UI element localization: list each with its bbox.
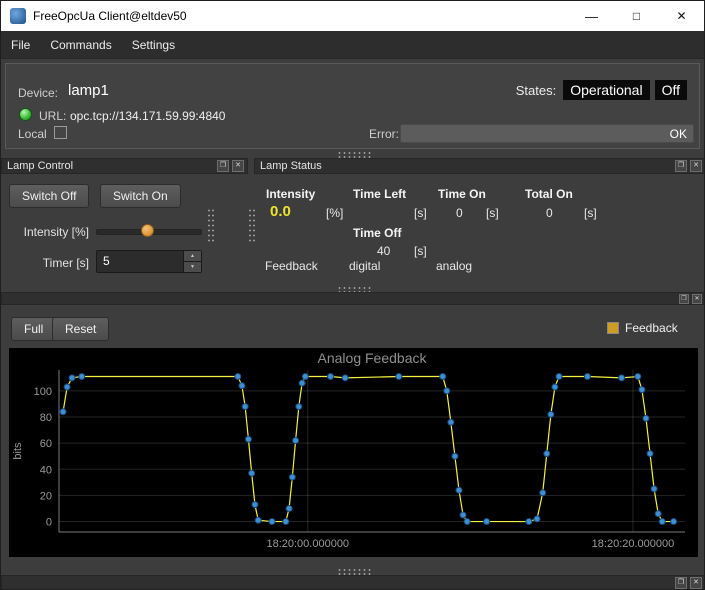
svg-text:0: 0 bbox=[46, 517, 52, 529]
lamp-status-title: Lamp Status bbox=[255, 160, 675, 172]
states-label: States: bbox=[516, 83, 556, 98]
timer-label: Timer [s] bbox=[3, 256, 89, 270]
svg-text:18:20:00.000000: 18:20:00.000000 bbox=[266, 538, 349, 550]
intensity-unit: [%] bbox=[326, 206, 343, 220]
reset-button[interactable]: Reset bbox=[52, 317, 109, 341]
lamp-status-panel: Intensity Time Left Time On Total On 0.0… bbox=[254, 174, 705, 286]
local-checkbox[interactable] bbox=[54, 126, 67, 139]
chart-dock-titlebar[interactable]: ❐ ✕ bbox=[1, 292, 705, 305]
error-label: Error: bbox=[369, 127, 399, 141]
app-icon bbox=[10, 8, 26, 24]
chart-legend: Feedback bbox=[607, 321, 678, 335]
intensity-slider[interactable] bbox=[96, 223, 202, 239]
intensity-label: Intensity [%] bbox=[3, 225, 89, 239]
state-badge-operational: Operational bbox=[563, 80, 649, 100]
time-on-unit: [s] bbox=[486, 206, 499, 220]
total-on-value: 0 bbox=[546, 206, 553, 220]
maximize-button[interactable]: □ bbox=[614, 1, 659, 31]
svg-text:18:20:20.000000: 18:20:20.000000 bbox=[592, 538, 675, 550]
splitter-handle-inner[interactable] bbox=[207, 208, 214, 244]
svg-text:100: 100 bbox=[34, 386, 52, 398]
device-panel: Device: lamp1 States: Operational Off UR… bbox=[5, 63, 700, 149]
svg-text:Analog Feedback: Analog Feedback bbox=[318, 350, 428, 366]
device-name: lamp1 bbox=[68, 82, 109, 99]
lamp-control-titlebar[interactable]: Lamp Control ❐ ✕ bbox=[1, 158, 248, 174]
svg-text:20: 20 bbox=[40, 490, 52, 502]
close-button[interactable]: ✕ bbox=[659, 1, 704, 31]
legend-label: Feedback bbox=[625, 321, 678, 335]
col-intensity: Intensity bbox=[266, 187, 315, 201]
device-label: Device: bbox=[18, 86, 58, 100]
time-off-unit: [s] bbox=[414, 244, 427, 258]
col-time-on: Time On bbox=[438, 187, 486, 201]
feedback-analog: analog bbox=[436, 259, 472, 273]
switch-off-button[interactable]: Switch Off bbox=[9, 184, 89, 208]
connection-led-icon bbox=[19, 108, 32, 121]
error-field: OK bbox=[400, 124, 694, 143]
close-icon[interactable]: ✕ bbox=[232, 160, 244, 172]
float-icon[interactable]: ❐ bbox=[217, 160, 229, 172]
svg-text:60: 60 bbox=[40, 438, 52, 450]
local-label: Local bbox=[18, 127, 47, 141]
close-icon[interactable]: ✕ bbox=[690, 577, 702, 589]
timer-value[interactable]: 5 bbox=[97, 251, 183, 272]
svg-text:bits: bits bbox=[12, 442, 24, 460]
legend-swatch bbox=[607, 322, 619, 334]
float-icon[interactable]: ❐ bbox=[679, 294, 689, 304]
window-title: FreeOpcUa Client@eltdev50 bbox=[33, 9, 569, 23]
bottom-dock-titlebar[interactable]: ❐ ✕ bbox=[1, 575, 705, 590]
menu-settings[interactable]: Settings bbox=[122, 33, 185, 57]
spin-up-icon[interactable]: ▲ bbox=[184, 251, 201, 262]
menu-commands[interactable]: Commands bbox=[40, 33, 121, 57]
switch-on-button[interactable]: Switch On bbox=[100, 184, 181, 208]
chart-svg[interactable]: 0 20 40 60 80 100 18:20:00.000000 18:20:20.0000… bbox=[9, 348, 698, 557]
full-button[interactable]: Full bbox=[11, 317, 56, 341]
minimize-button[interactable]: — bbox=[569, 1, 614, 31]
close-icon[interactable]: ✕ bbox=[690, 160, 702, 172]
timer-spinbox[interactable]: 5 ▲ ▼ bbox=[96, 250, 202, 273]
menu-file[interactable]: File bbox=[1, 33, 40, 57]
intensity-value: 0.0 bbox=[270, 203, 291, 220]
spin-buttons: ▲ ▼ bbox=[183, 251, 201, 272]
url-value: opc.tcp://134.171.59.99:4840 bbox=[70, 109, 225, 123]
state-badge-off: Off bbox=[655, 80, 687, 100]
feedback-label: Feedback bbox=[265, 259, 318, 273]
total-on-unit: [s] bbox=[584, 206, 597, 220]
float-icon[interactable]: ❐ bbox=[675, 160, 687, 172]
lamp-control-title: Lamp Control bbox=[2, 160, 217, 172]
analog-feedback-chart[interactable]: 0 20 40 60 80 100 18:20:00.000000 18:20:20.0000… bbox=[9, 348, 698, 557]
time-on-value: 0 bbox=[456, 206, 463, 220]
splitter-handle-bottom[interactable] bbox=[337, 568, 371, 575]
main-window: FreeOpcUa Client@eltdev50 — □ ✕ File Com… bbox=[0, 0, 705, 590]
time-off-label: Time Off bbox=[353, 226, 401, 240]
close-icon[interactable]: ✕ bbox=[692, 294, 702, 304]
svg-text:40: 40 bbox=[40, 464, 52, 476]
col-time-left: Time Left bbox=[353, 187, 406, 201]
lamp-status-titlebar[interactable]: Lamp Status ❐ ✕ bbox=[254, 158, 705, 174]
feedback-digital: digital bbox=[349, 259, 380, 273]
time-off-value: 40 bbox=[377, 244, 390, 258]
menu-bar: File Commands Settings bbox=[1, 31, 704, 59]
float-icon[interactable]: ❐ bbox=[675, 577, 687, 589]
url-label: URL: bbox=[39, 109, 66, 123]
time-left-unit: [s] bbox=[414, 206, 427, 220]
states-row: States: Operational Off bbox=[516, 80, 687, 100]
chart-panel: Full Reset Feedback 0 20 40 60 80 100 18:20:00… bbox=[1, 305, 705, 567]
splitter-handle-top[interactable] bbox=[337, 151, 371, 158]
slider-handle[interactable] bbox=[141, 224, 154, 237]
col-total-on: Total On bbox=[525, 187, 573, 201]
window-titlebar[interactable]: FreeOpcUa Client@eltdev50 — □ ✕ bbox=[1, 1, 704, 31]
error-value: OK bbox=[670, 127, 687, 141]
svg-text:80: 80 bbox=[40, 412, 52, 424]
spin-down-icon[interactable]: ▼ bbox=[184, 262, 201, 272]
